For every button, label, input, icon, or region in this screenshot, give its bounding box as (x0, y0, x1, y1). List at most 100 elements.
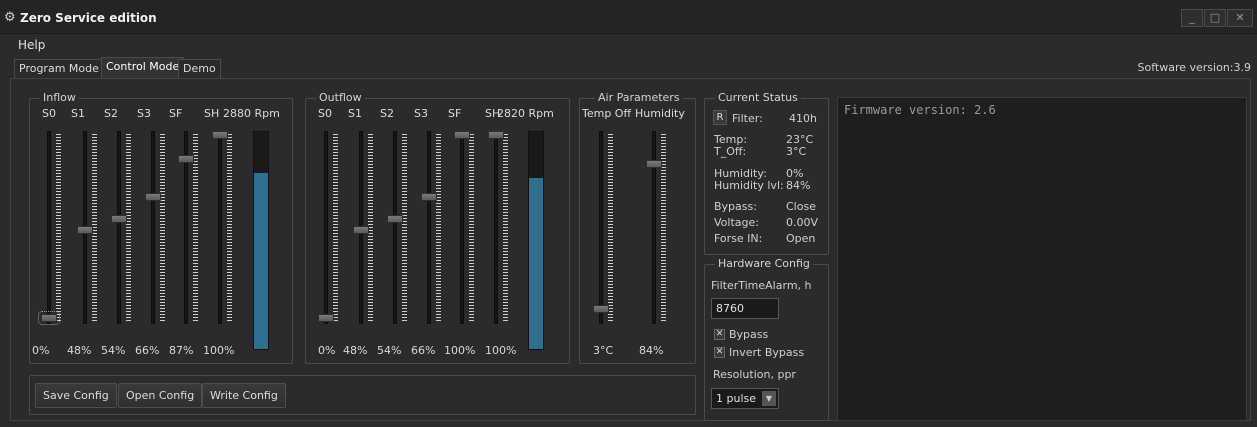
inflow-sh-value: 100% (203, 344, 235, 357)
resolution-select[interactable]: 1 pulse ▼ (711, 388, 779, 409)
outflow-ticks (469, 134, 474, 321)
outflow-s0-label: S0 (318, 107, 332, 120)
tab-program-mode[interactable]: Program Mode (14, 59, 104, 78)
inflow-s3-value: 66% (135, 344, 160, 357)
filter-alarm-input[interactable]: 8760 (711, 298, 779, 319)
chevron-down-icon: ▼ (762, 391, 776, 406)
air-temp-off-label: Temp Off (582, 107, 632, 120)
outflow-rpm-label: 2820 Rpm (497, 107, 554, 120)
outflow-s1-slider-handle[interactable] (353, 226, 369, 235)
hardware-config-title: Hardware Config (715, 257, 813, 270)
outflow-s3-slider-handle[interactable] (421, 193, 437, 202)
inflow-s0-label: S0 (42, 107, 56, 120)
outflow-s0-value: 0% (318, 344, 336, 357)
outflow-s2-slider-handle[interactable] (387, 215, 403, 224)
invert-bypass-checkbox[interactable]: ✕ (714, 347, 725, 358)
status-voltage-value: 0.00V (786, 216, 819, 229)
outflow-ticks (503, 134, 508, 321)
inflow-s2-track[interactable] (117, 131, 121, 324)
close-button[interactable]: ✕ (1227, 9, 1253, 27)
maximize-button[interactable]: □ (1204, 9, 1226, 27)
outflow-s2-label: S2 (380, 107, 394, 120)
status-humidity-lvl-value: 84% (786, 179, 811, 192)
inflow-s3-track[interactable] (151, 131, 155, 324)
outflow-sf-label: SF (448, 107, 462, 120)
outflow-sh-track[interactable] (494, 131, 498, 324)
outflow-sh-slider-handle[interactable] (488, 131, 504, 139)
bypass-checkbox[interactable]: ✕ (714, 329, 725, 340)
resolution-label: Resolution, ppr (713, 368, 796, 381)
inflow-s2-value: 54% (101, 344, 126, 357)
save-config-button[interactable]: Save Config (35, 383, 117, 408)
outflow-s2-value: 54% (377, 344, 402, 357)
outflow-ticks (436, 134, 441, 321)
menu-help[interactable]: Help (18, 38, 45, 52)
status-bypass-value: Close (786, 200, 816, 213)
air-temp-off-slider-handle[interactable] (593, 304, 609, 313)
outflow-sh-value: 100% (485, 344, 517, 357)
inflow-sf-label: SF (169, 107, 183, 120)
filter-alarm-label: FilterTimeAlarm, h (711, 279, 812, 292)
inflow-s2-slider-handle[interactable] (111, 215, 127, 224)
air-temp-off-track[interactable] (599, 131, 603, 324)
bypass-label: Bypass (729, 328, 769, 341)
outflow-sf-value: 100% (444, 344, 476, 357)
outflow-sf-track[interactable] (460, 131, 464, 324)
resolution-value: 1 pulse (716, 392, 757, 405)
invert-bypass-label: Invert Bypass (729, 346, 805, 359)
outflow-title: Outflow (316, 91, 365, 104)
outflow-s0-slider-handle[interactable] (318, 314, 334, 322)
menu-bar: Help (0, 35, 1257, 55)
outflow-s3-value: 66% (411, 344, 436, 357)
inflow-s0-slider-handle[interactable] (38, 311, 60, 325)
outflow-s1-value: 48% (343, 344, 368, 357)
air-humidity-value: 84% (639, 344, 664, 357)
inflow-s2-label: S2 (104, 107, 118, 120)
minimize-button[interactable]: _ (1181, 9, 1203, 27)
inflow-s1-slider-handle[interactable] (77, 226, 93, 235)
air-parameters-group: Air Parameters (579, 91, 696, 364)
inflow-s3-slider-handle[interactable] (145, 193, 161, 202)
inflow-sh-label: SH (204, 107, 220, 120)
write-config-button[interactable]: Write Config (202, 383, 286, 408)
tab-demo[interactable]: Demo (178, 59, 221, 78)
tab-control-mode[interactable]: Control Mode (101, 57, 185, 78)
inflow-s0-value: 0% (32, 344, 50, 357)
outflow-sf-slider-handle[interactable] (454, 131, 470, 139)
outflow-s3-track[interactable] (427, 131, 431, 324)
reset-filter-button[interactable]: R (713, 110, 727, 125)
software-version: Software version:3.9 (1137, 61, 1251, 74)
status-t-off-value: 3°C (786, 145, 807, 158)
outflow-rpm-fill (529, 177, 543, 349)
inflow-sf-slider-handle[interactable] (178, 154, 194, 163)
current-status-title: Current Status (715, 91, 801, 104)
outflow-ticks (333, 134, 338, 321)
outflow-s3-label: S3 (414, 107, 428, 120)
control-mode-panel: Inflow Outflow Air Parameters S0 0% S1 48% S… (10, 78, 1251, 421)
air-humidity-slider-handle[interactable] (646, 160, 662, 169)
outflow-s0-track[interactable] (324, 131, 328, 324)
outflow-s1-label: S1 (348, 107, 362, 120)
firmware-console[interactable]: Firmware version: 2.6 (837, 97, 1247, 421)
outflow-ticks (402, 134, 407, 321)
inflow-sf-value: 87% (169, 344, 194, 357)
console-output: Firmware version: 2.6 (844, 103, 996, 117)
inflow-s0-track[interactable] (47, 131, 51, 324)
status-filter-value: 410h (789, 112, 817, 125)
outflow-s2-track[interactable] (393, 131, 397, 324)
inflow-ticks (227, 134, 232, 321)
status-forse-in-value: Open (786, 232, 816, 245)
status-voltage-label: Voltage: (714, 216, 759, 229)
open-config-button[interactable]: Open Config (118, 383, 203, 408)
inflow-ticks (160, 134, 165, 321)
inflow-sh-track[interactable] (218, 131, 222, 324)
inflow-title: Inflow (40, 91, 79, 104)
inflow-sh-slider-handle[interactable] (212, 131, 228, 139)
status-filter-label: Filter: (732, 112, 763, 125)
inflow-rpm-label: 2880 Rpm (223, 107, 280, 120)
title-bar: ⚙ Zero Service edition _ □ ✕ (0, 0, 1257, 34)
wrench-icon: ⚙ (4, 10, 16, 25)
window-title: Zero Service edition (20, 11, 157, 25)
air-humidity-label: Humidity (635, 107, 685, 120)
inflow-s1-label: S1 (71, 107, 85, 120)
